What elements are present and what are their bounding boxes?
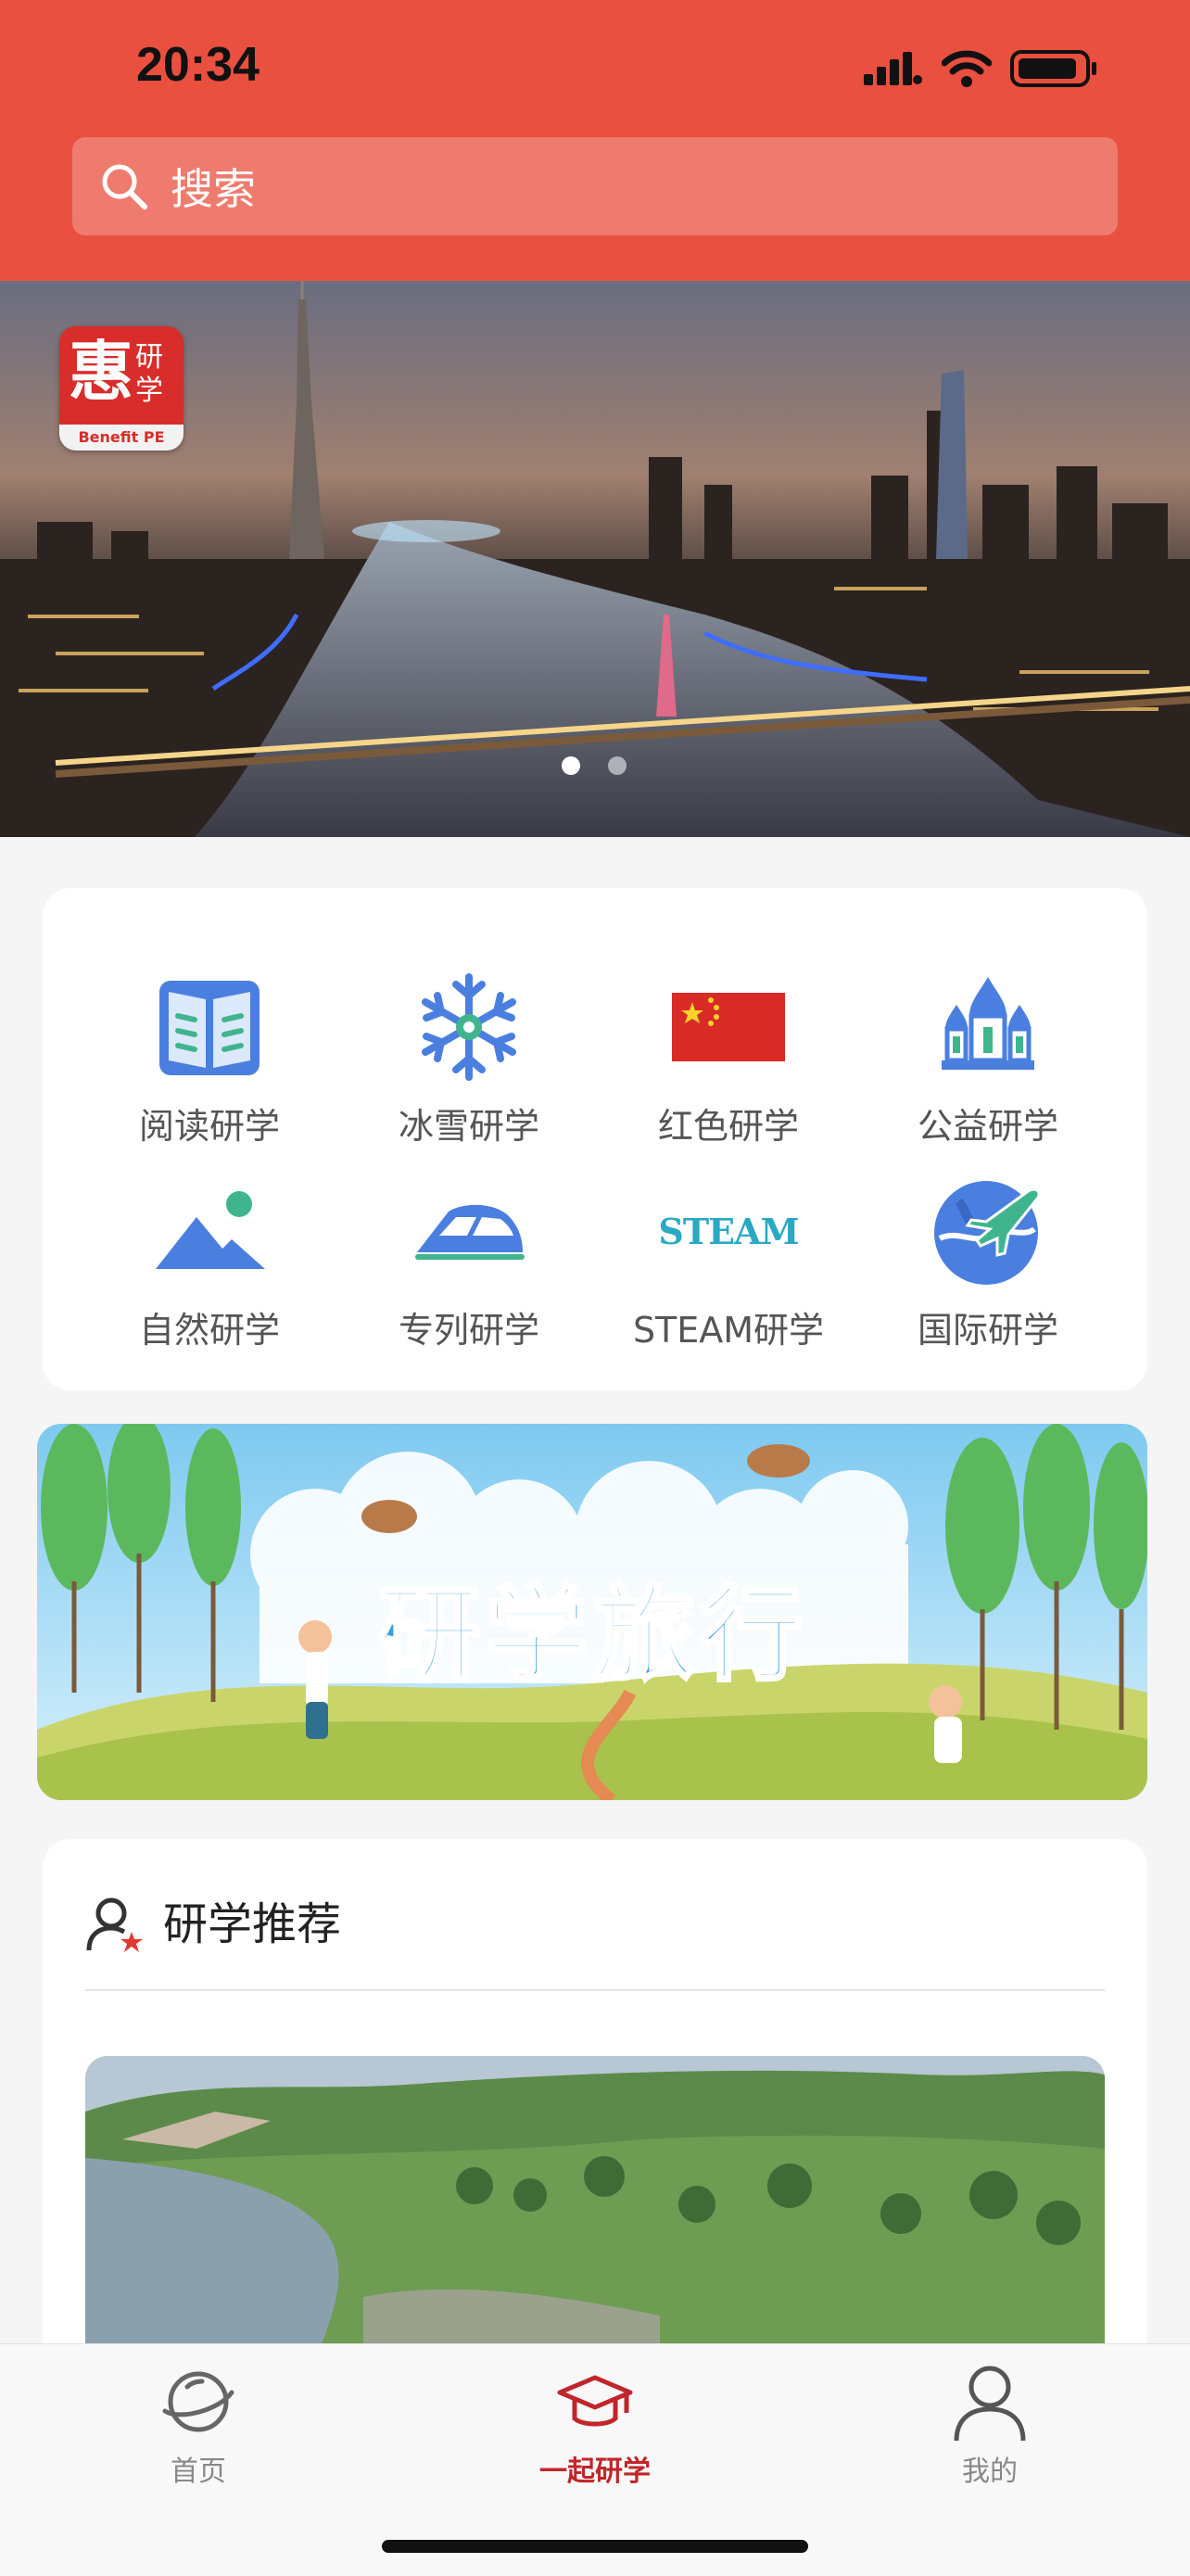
category-reading[interactable]: 阅读研学 xyxy=(80,968,339,1148)
tab-label: 一起研学 xyxy=(539,2455,651,2488)
category-nature[interactable]: 自然研学 xyxy=(80,1172,339,1352)
recommend-section: 研学推荐 xyxy=(43,1839,1147,2395)
logo-subtitle: Benefit PE xyxy=(59,425,184,450)
recommend-title: 研学推荐 xyxy=(163,1898,342,1950)
divider xyxy=(85,1989,1105,1991)
train-icon xyxy=(415,1204,525,1260)
tab-mine[interactable]: 我的 xyxy=(897,2363,1082,2489)
tab-study-together[interactable]: 一起研学 xyxy=(502,2363,688,2489)
palace-icon xyxy=(942,977,1034,1070)
status-time: 20:34 xyxy=(136,38,260,92)
carousel-dot-1[interactable] xyxy=(562,756,580,775)
category-grid: 阅读研学 冰雪研学 红色研学 公益研学 自然研学 专列研学 STEAM STEA… xyxy=(43,888,1147,1390)
wifi-icon xyxy=(942,50,992,87)
tab-label: 我的 xyxy=(962,2455,1018,2488)
carousel-dot-2[interactable] xyxy=(608,756,627,775)
tab-label: 首页 xyxy=(171,2455,226,2488)
person-icon xyxy=(954,2366,1026,2442)
category-label: STEAM研学 xyxy=(632,1310,825,1351)
logo-side-chars: 研学 xyxy=(135,341,163,407)
search-bar[interactable]: 搜索 xyxy=(72,137,1118,235)
globe-plane-icon xyxy=(934,1181,1041,1285)
status-icons xyxy=(864,48,1099,89)
search-icon xyxy=(102,164,147,209)
planet-icon xyxy=(162,2371,234,2432)
category-label: 公益研学 xyxy=(917,1106,1058,1147)
category-charity[interactable]: 公益研学 xyxy=(858,968,1118,1148)
china-flag-icon xyxy=(672,993,785,1061)
category-label: 自然研学 xyxy=(138,1310,280,1351)
logo-main-char: 惠 xyxy=(69,334,133,410)
category-label: 冰雪研学 xyxy=(398,1106,539,1147)
category-label: 国际研学 xyxy=(917,1310,1058,1351)
promo-banner[interactable]: 研学旅行 xyxy=(37,1424,1147,1800)
promo-title: 研学旅行 xyxy=(376,1574,808,1696)
graduation-cap-icon xyxy=(557,2375,633,2427)
tab-home[interactable]: 首页 xyxy=(106,2363,291,2489)
category-red[interactable]: 红色研学 xyxy=(599,968,858,1148)
header: 20:34 搜索 xyxy=(0,0,1190,281)
category-snow[interactable]: 冰雪研学 xyxy=(339,968,599,1148)
category-label: 专列研学 xyxy=(398,1310,539,1351)
category-steam[interactable]: STEAM STEAM研学 xyxy=(599,1172,858,1352)
signal-icon xyxy=(864,52,922,85)
home-indicator xyxy=(382,2540,808,2553)
category-label: 阅读研学 xyxy=(138,1106,280,1147)
battery-icon xyxy=(1010,50,1096,87)
brand-logo: 惠 研学 Benefit PE xyxy=(59,326,184,450)
carousel-dots[interactable] xyxy=(562,756,627,775)
book-icon xyxy=(159,981,260,1075)
category-label: 红色研学 xyxy=(657,1106,799,1147)
mountain-icon xyxy=(156,1191,265,1269)
snowflake-icon xyxy=(422,973,516,1081)
category-train[interactable]: 专列研学 xyxy=(339,1172,599,1352)
search-placeholder: 搜索 xyxy=(171,164,256,214)
steam-icon: STEAM xyxy=(658,1210,799,1252)
user-star-icon xyxy=(86,1897,143,1952)
category-international[interactable]: 国际研学 xyxy=(858,1172,1118,1352)
